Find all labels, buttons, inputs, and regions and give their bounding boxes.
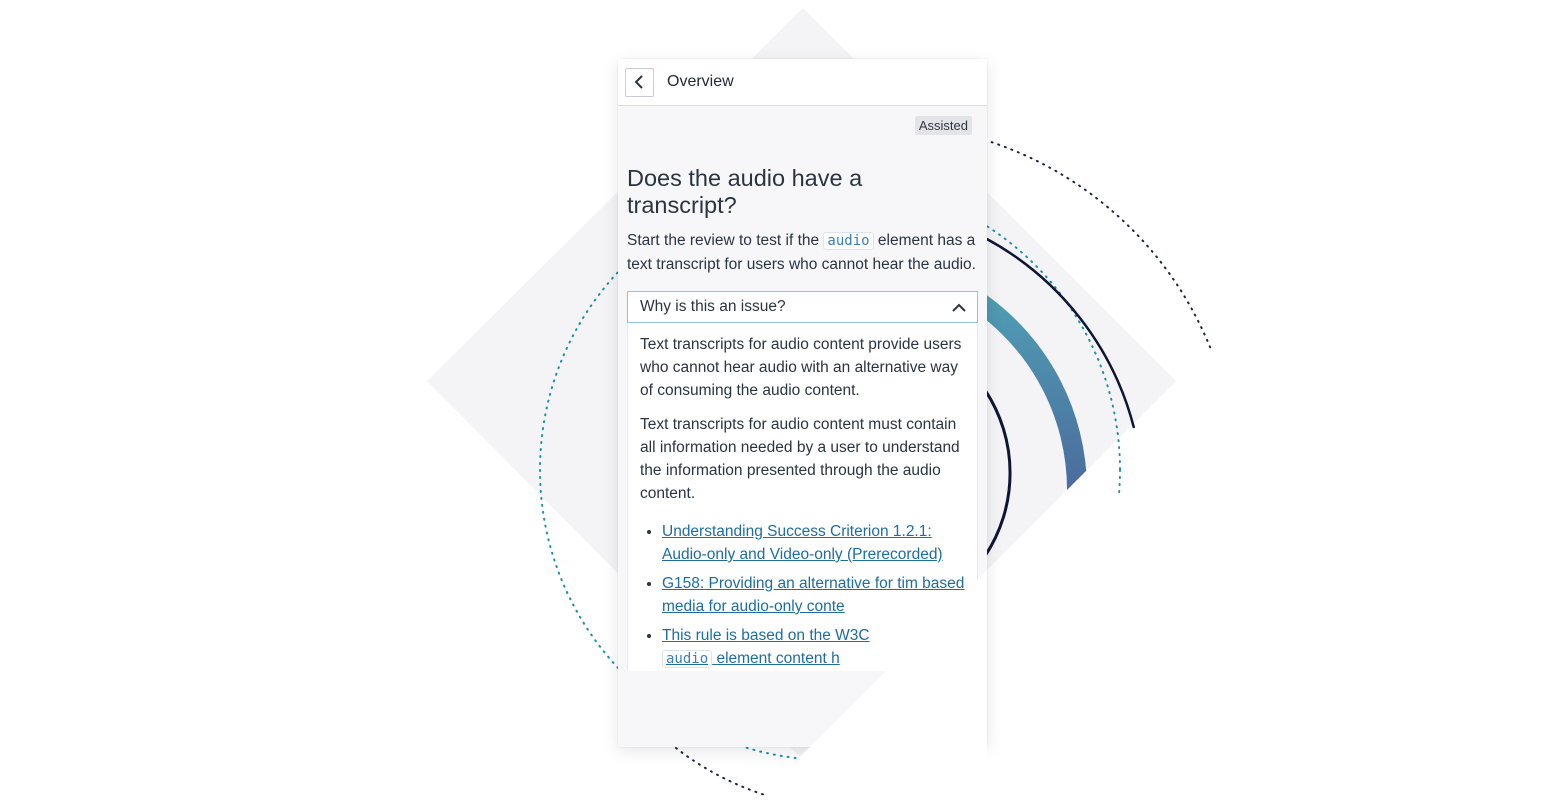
- question-description: Start the review to test if the audio el…: [627, 232, 976, 273]
- status-badge: Assisted: [914, 116, 972, 135]
- link-understanding-sc-121[interactable]: Understanding Success Criterion 1.2.1: A…: [662, 523, 943, 563]
- dotted-arc-bottom: [675, 747, 766, 796]
- accordion-toggle[interactable]: Why is this an issue?: [627, 291, 978, 323]
- why-issue-accordion: Why is this an issue? Text transcripts f…: [627, 291, 978, 671]
- list-item: Understanding Success Criterion 1.2.1: A…: [662, 520, 965, 566]
- reference-links: Understanding Success Criterion 1.2.1: A…: [640, 520, 965, 671]
- accordion-body: Text transcripts for audio content provi…: [627, 323, 978, 671]
- link-g158[interactable]: G158: Providing an alternative for tim b…: [662, 575, 964, 615]
- code-audio-link: audio: [662, 650, 713, 668]
- review-panel: Overview Assisted Does the audio have a …: [618, 59, 987, 747]
- header-title: Overview: [667, 73, 734, 90]
- chevron-up-icon: [952, 303, 966, 312]
- chevron-left-icon: [634, 75, 643, 89]
- link-w3c-rule[interactable]: This rule is based on the W3C audio eleme…: [662, 627, 870, 668]
- accordion-paragraph-2: Text transcripts for audio content must …: [640, 416, 960, 502]
- question-title: Does the audio have a transcript?: [627, 165, 863, 218]
- list-item: This rule is based on the W3Caudio eleme…: [662, 624, 965, 671]
- panel-header: Overview: [618, 59, 987, 106]
- list-item: G158: Providing an alternative for tim b…: [662, 572, 965, 618]
- code-audio: audio: [823, 232, 874, 250]
- accordion-paragraph-1: Text transcripts for audio content provi…: [640, 336, 962, 399]
- accordion-title: Why is this an issue?: [640, 298, 786, 315]
- back-button[interactable]: [625, 67, 654, 97]
